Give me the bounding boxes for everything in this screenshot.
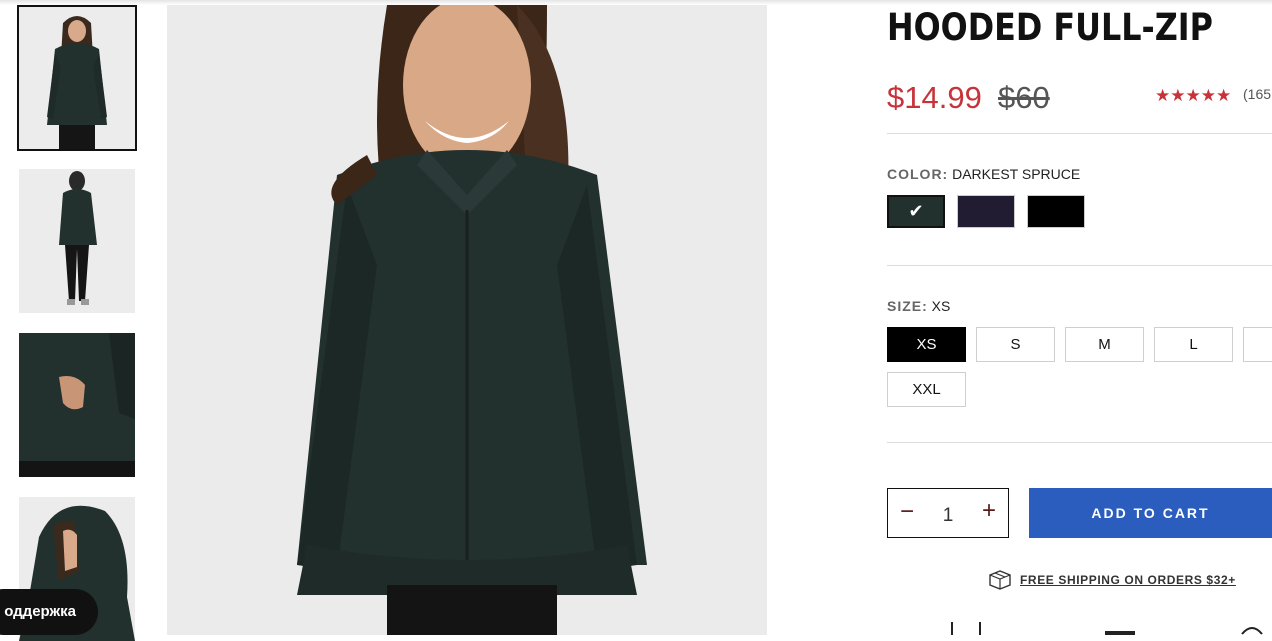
model-jacket-illustration bbox=[167, 5, 767, 635]
color-label: COLOR: DARKEST SPRUCE bbox=[887, 166, 1080, 182]
quantity-increase-button[interactable]: + bbox=[982, 498, 996, 524]
original-price: $60 bbox=[998, 80, 1050, 115]
size-option-xs[interactable]: XS bbox=[887, 327, 966, 362]
swatch-dark-navy[interactable] bbox=[957, 195, 1015, 228]
size-selected-name: XS bbox=[931, 298, 951, 314]
check-icon: ✔ bbox=[908, 201, 924, 221]
swatch-black[interactable] bbox=[1027, 195, 1085, 228]
quantity-stepper: − 1 + bbox=[887, 488, 1009, 538]
divider bbox=[887, 442, 1272, 443]
add-to-cart-button[interactable]: ADD TO CART bbox=[1029, 488, 1272, 538]
thumbnail-3[interactable] bbox=[19, 333, 135, 477]
divider bbox=[887, 265, 1272, 266]
thumbnail-gallery bbox=[0, 0, 160, 641]
thumbnail-1[interactable] bbox=[17, 5, 137, 151]
size-label-title: SIZE: bbox=[887, 298, 928, 314]
package-icon bbox=[989, 570, 1011, 590]
feature-icons-row bbox=[951, 622, 1263, 635]
sale-price: $14.99 bbox=[887, 80, 982, 115]
swatch-darkest-spruce[interactable]: ✔ bbox=[887, 195, 945, 228]
size-option-xl-partial[interactable] bbox=[1243, 327, 1272, 362]
size-option-s[interactable]: S bbox=[976, 327, 1055, 362]
divider bbox=[887, 133, 1272, 134]
size-label: SIZE: XS bbox=[887, 298, 950, 314]
support-chat-button[interactable]: оддержка bbox=[0, 589, 98, 635]
thumbnail-1-image bbox=[19, 7, 135, 149]
free-shipping-link[interactable]: FREE SHIPPING ON ORDERS $32+ bbox=[1020, 573, 1236, 587]
thumbnail-2[interactable] bbox=[19, 169, 135, 313]
size-option-xxl[interactable]: XXL bbox=[887, 372, 966, 407]
size-option-m[interactable]: M bbox=[1065, 327, 1144, 362]
review-count[interactable]: (165 bbox=[1243, 86, 1271, 102]
rating-stars-icon[interactable]: ★★★★★ bbox=[1155, 86, 1231, 106]
size-option-l[interactable]: L bbox=[1154, 327, 1233, 362]
color-selected-name: DARKEST SPRUCE bbox=[952, 166, 1081, 182]
thumbnail-3-image bbox=[19, 333, 135, 477]
color-label-title: COLOR: bbox=[887, 166, 949, 182]
main-product-image[interactable] bbox=[167, 5, 767, 635]
thumbnail-2-image bbox=[19, 169, 135, 313]
product-title: HOODED FULL-ZIP bbox=[887, 6, 1213, 49]
